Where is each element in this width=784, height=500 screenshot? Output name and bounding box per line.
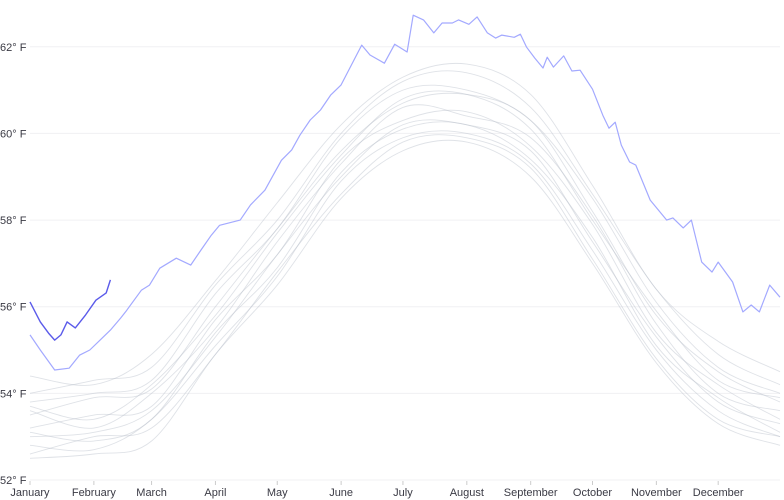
y-tick-label: 52° F	[0, 475, 27, 487]
y-tick-label: 62° F	[0, 42, 27, 54]
other-year-line	[29, 134, 781, 455]
x-axis: January February March April May June July Augu…	[9, 481, 745, 500]
x-tick-label: February	[72, 487, 117, 499]
other-year-line	[29, 104, 781, 429]
x-tick-label: July	[393, 487, 413, 499]
x-tick-label: June	[329, 487, 353, 499]
other-year-line	[29, 62, 781, 386]
temperature-chart: 52° F 54° F 56° F 58° F 60° F 62° F January Fe…	[0, 14, 781, 500]
other-year-line	[29, 90, 781, 421]
x-tick-label: November	[631, 487, 682, 499]
x-tick-label: April	[204, 487, 226, 499]
other-year-line	[29, 139, 781, 459]
current-year-line	[29, 279, 112, 341]
other-years-lines	[29, 62, 781, 459]
x-tick-label: May	[267, 487, 288, 499]
y-gridlines	[30, 46, 780, 481]
other-year-line	[29, 130, 781, 452]
other-year-line	[29, 119, 781, 438]
x-tick-label: January	[10, 487, 50, 499]
x-tick-label: September	[504, 487, 558, 499]
current-year-line-group	[29, 279, 112, 341]
x-tick-label: October	[573, 487, 612, 499]
y-axis: 52° F 54° F 56° F 58° F 60° F 62° F	[0, 41, 28, 488]
y-tick-label: 58° F	[0, 215, 27, 227]
x-tick-label: December	[693, 487, 744, 499]
other-year-line	[29, 84, 781, 403]
other-year-line	[29, 109, 781, 429]
y-tick-label: 54° F	[0, 388, 27, 400]
y-tick-label: 60° F	[0, 128, 27, 140]
x-tick-label: August	[450, 487, 484, 499]
x-tick-label: March	[136, 487, 167, 499]
y-tick-label: 56° F	[0, 302, 27, 314]
